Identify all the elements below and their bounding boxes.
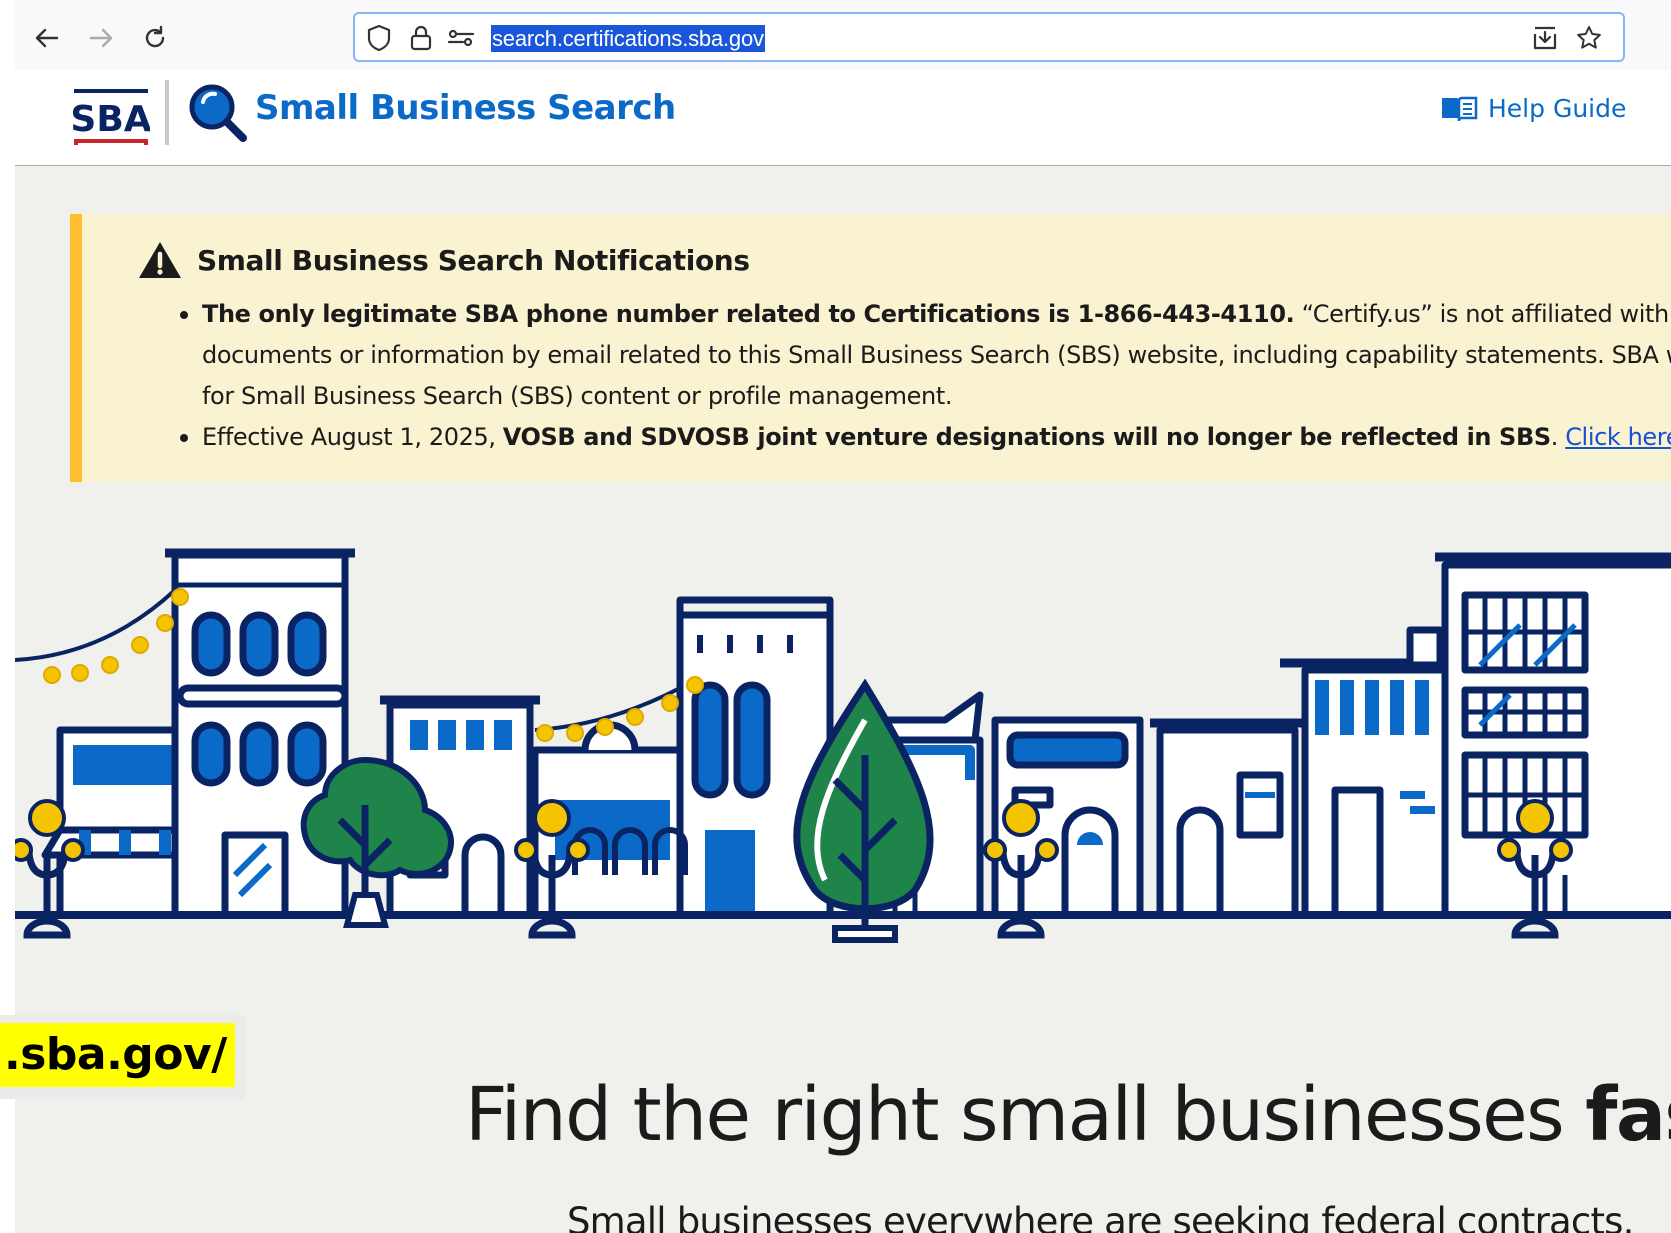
arrow-left-icon [35, 28, 59, 48]
site-title[interactable]: Small Business Search [255, 88, 676, 128]
site-header: SBA Small Business Search Help Guide [15, 70, 1671, 166]
hero-title-bold: fast [1585, 1072, 1671, 1158]
sba-logo-text: SBA [72, 99, 150, 140]
notification-item-phone-line3: for Small Business Search (SBS) content … [202, 376, 1671, 417]
download-page-icon[interactable] [1531, 24, 1559, 52]
forward-button[interactable] [81, 18, 121, 58]
notification-header: Small Business Search Notifications [137, 240, 750, 280]
browser-window: search.certifications.sba.gov SBA Small … [15, 0, 1671, 1233]
vosb-text: Effective August 1, 2025, [202, 423, 503, 451]
phone-warning-line3: for Small Business Search (SBS) content … [202, 382, 953, 410]
hero-subtitle: Small businesses everywhere are seeking … [567, 1200, 1634, 1233]
main-street-illustration [15, 548, 1671, 943]
phone-warning-bold: The only legitimate SBA phone number rel… [202, 300, 1295, 328]
notification-banner: Small Business Search Notifications The … [70, 214, 1671, 482]
help-guide-link[interactable]: Help Guide [1440, 94, 1626, 123]
star-icon[interactable] [1575, 24, 1603, 52]
hero-title-regular: Find the right small businesses [465, 1072, 1586, 1158]
learn-more-link[interactable]: Click here to learn [1565, 423, 1671, 451]
overlay-tag-text: .sba.gov/ [0, 1023, 235, 1087]
browser-toolbar: search.certifications.sba.gov [15, 0, 1671, 70]
phone-warning-text: “Certify.us” is not affiliated with SBA.… [1301, 300, 1671, 328]
vosb-bold: VOSB and SDVOSB joint venture designatio… [502, 423, 1551, 451]
arrow-right-icon [89, 28, 113, 48]
sba-logo-icon[interactable]: SBA [72, 85, 150, 147]
overlay-tag-box: .sba.gov/ [0, 1015, 245, 1099]
vosb-period: . [1550, 423, 1566, 451]
book-icon [1442, 96, 1478, 121]
notification-item-phone-line2: documents or information by email relate… [202, 335, 1671, 376]
reload-button[interactable] [135, 18, 175, 58]
notification-item-phone: The only legitimate SBA phone number rel… [180, 294, 1671, 335]
permissions-icon[interactable] [447, 24, 475, 52]
lock-icon[interactable] [407, 24, 435, 52]
magnifier-logo-icon [189, 84, 247, 142]
back-button[interactable] [27, 18, 67, 58]
shield-icon[interactable] [365, 24, 393, 52]
notification-list: The only legitimate SBA phone number rel… [180, 294, 1671, 458]
phone-warning-line2: documents or information by email relate… [202, 341, 1671, 369]
url-text[interactable]: search.certifications.sba.gov [491, 25, 765, 52]
address-bar[interactable]: search.certifications.sba.gov [353, 12, 1625, 62]
reload-icon [145, 25, 165, 48]
notification-item-vosb: Effective August 1, 2025, VOSB and SDVOS… [180, 417, 1671, 458]
hero-title: Find the right small businesses fast. [465, 1072, 1671, 1158]
header-divider [165, 80, 169, 145]
notification-title: Small Business Search Notifications [197, 243, 750, 277]
help-guide-label: Help Guide [1488, 94, 1627, 123]
warning-icon [139, 242, 181, 278]
